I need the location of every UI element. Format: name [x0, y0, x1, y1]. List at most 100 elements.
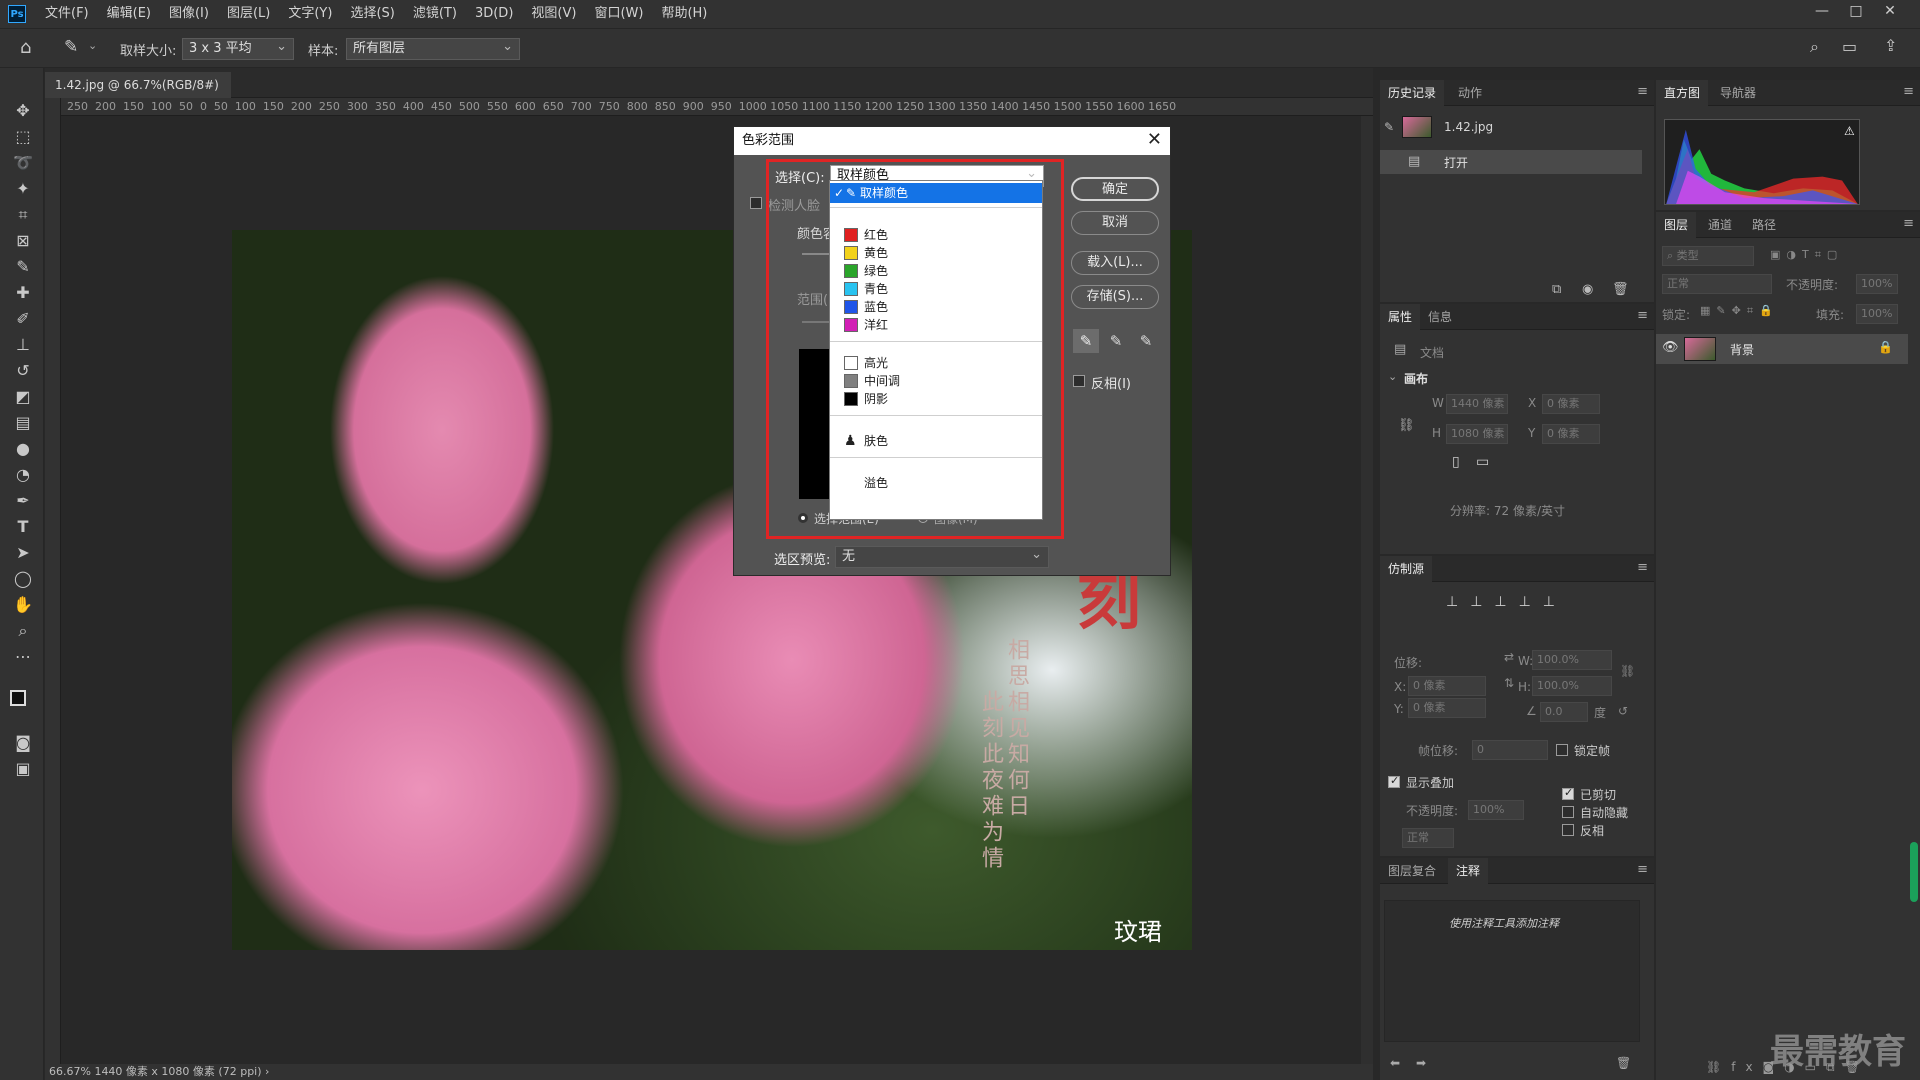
overlay-mode-dropdown[interactable]: 正常 [1402, 828, 1454, 848]
offset-x-field[interactable]: 0 像素 [1408, 676, 1486, 696]
minimize-button[interactable]: — [1806, 0, 1838, 22]
close-window-button[interactable]: ✕ [1874, 0, 1906, 22]
invert-checkbox[interactable] [1073, 375, 1085, 387]
tab-channels[interactable]: 通道 [1700, 212, 1740, 238]
link-scale-icon[interactable]: ⛓ [1620, 664, 1635, 678]
x-field[interactable]: 0 像素 [1542, 394, 1600, 414]
menu-select[interactable]: 选择(S) [341, 0, 403, 28]
tab-layers[interactable]: 图层 [1656, 212, 1697, 238]
workspace-icon[interactable]: ▭ [1842, 37, 1857, 56]
type-tool-icon[interactable]: T [12, 516, 34, 538]
auto-hide-checkbox[interactable] [1562, 806, 1574, 818]
fill-field[interactable]: 100% [1856, 304, 1898, 324]
horizontal-ruler[interactable]: 250 200 150 100 50 0 50 100 150 200 250 … [61, 98, 1373, 116]
blur-tool-icon[interactable]: ● [12, 438, 34, 460]
load-button[interactable]: 载入(L)... [1071, 251, 1159, 275]
tab-navigator[interactable]: 导航器 [1712, 80, 1764, 106]
frame-tool-icon[interactable]: ⊠ [12, 230, 34, 252]
lasso-tool-icon[interactable]: ➰ [12, 152, 34, 174]
save-button[interactable]: 存储(S)... [1071, 285, 1159, 309]
dialog-close-icon[interactable]: ✕ [1147, 129, 1162, 150]
visibility-eye-icon[interactable]: 👁 [1662, 340, 1679, 355]
opacity-field[interactable]: 100% [1856, 274, 1898, 294]
invert-overlay-checkbox[interactable] [1562, 824, 1574, 836]
lock-frame-checkbox[interactable] [1556, 744, 1568, 756]
marquee-tool-icon[interactable]: ⬚ [12, 126, 34, 148]
trash-icon[interactable]: 🗑 [1612, 282, 1629, 297]
tab-clone-source[interactable]: 仿制源 [1380, 556, 1433, 582]
frame-offset-field[interactable]: 0 [1472, 740, 1548, 760]
menu-edit[interactable]: 编辑(E) [98, 0, 160, 28]
eyedropper-icon[interactable]: ✎ [12, 256, 34, 278]
menu-layer[interactable]: 图层(L) [218, 0, 279, 28]
panel-scrollbar[interactable] [1910, 842, 1918, 902]
tab-info[interactable]: 信息 [1420, 304, 1460, 330]
ok-button[interactable]: 确定 [1071, 177, 1159, 201]
scale-h-field[interactable]: 100.0% [1532, 676, 1612, 696]
flip-vertical-icon[interactable]: ⇅ [1504, 676, 1514, 690]
eyedropper-subtract-icon[interactable]: ✎ [1133, 329, 1159, 353]
brush-tool-icon[interactable]: ✐ [12, 308, 34, 330]
y-field[interactable]: 0 像素 [1542, 424, 1600, 444]
menu-3d[interactable]: 3D(D) [466, 0, 522, 28]
layer-filter-icons[interactable]: ▣◑T⌗▢ [1770, 248, 1843, 262]
gradient-tool-icon[interactable]: ▤ [12, 412, 34, 434]
portrait-orientation-icon[interactable]: ▯ [1452, 454, 1460, 470]
link-icon[interactable]: ⛓ [1398, 418, 1415, 433]
scale-w-field[interactable]: 100.0% [1532, 650, 1612, 670]
history-brush-icon[interactable]: ↺ [12, 360, 34, 382]
panel-menu-icon[interactable]: ≡ [1903, 84, 1914, 99]
menu-image[interactable]: 图像(I) [160, 0, 218, 28]
maximize-button[interactable]: □ [1840, 0, 1872, 22]
eraser-tool-icon[interactable]: ◩ [12, 386, 34, 408]
menu-view[interactable]: 视图(V) [522, 0, 585, 28]
history-step-row[interactable]: ▤ 打开 [1380, 150, 1642, 174]
clone-source-icons[interactable]: ⊥⊥⊥⊥⊥ [1446, 594, 1567, 610]
panel-menu-icon[interactable]: ≡ [1903, 216, 1914, 231]
camera-icon[interactable]: ◉ [1582, 282, 1593, 297]
vertical-ruler[interactable] [45, 98, 61, 1068]
tab-layer-comps[interactable]: 图层复合 [1380, 858, 1444, 884]
stamp-tool-icon[interactable]: ⊥ [12, 334, 34, 356]
tool-preset-chevron-icon[interactable]: ⌄ [88, 39, 97, 52]
home-icon[interactable]: ⌂ [20, 37, 31, 58]
tab-actions[interactable]: 动作 [1450, 80, 1490, 106]
sample-size-dropdown[interactable]: 3 x 3 平均 [182, 37, 294, 60]
pen-tool-icon[interactable]: ✒ [12, 490, 34, 512]
hand-tool-icon[interactable]: ✋ [12, 594, 34, 616]
flip-horizontal-icon[interactable]: ⇄ [1504, 650, 1514, 664]
clipped-checkbox[interactable] [1562, 786, 1574, 800]
tab-history[interactable]: 历史记录 [1380, 80, 1445, 106]
eyedropper-tool-icon[interactable]: ✎ [64, 37, 78, 57]
magic-wand-tool-icon[interactable]: ✦ [12, 178, 34, 200]
panel-menu-icon[interactable]: ≡ [1637, 308, 1648, 323]
foreground-color-swatch[interactable] [10, 690, 26, 706]
new-document-icon[interactable]: ⧉ [1552, 282, 1561, 297]
menu-filter[interactable]: 滤镜(T) [404, 0, 466, 28]
detect-faces-checkbox[interactable] [750, 197, 762, 209]
warning-icon[interactable]: ⚠ [1844, 124, 1855, 138]
tab-histogram[interactable]: 直方图 [1656, 80, 1709, 106]
panel-menu-icon[interactable]: ≡ [1637, 560, 1648, 575]
menu-help[interactable]: 帮助(H) [652, 0, 716, 28]
document-tab[interactable]: 1.42.jpg @ 66.7%(RGB/8#) × [45, 72, 231, 118]
snapshot-name[interactable]: 1.42.jpg [1444, 120, 1493, 134]
blend-mode-dropdown[interactable]: 正常 [1662, 274, 1772, 294]
lock-icons[interactable]: ▦✎✥⌗🔒 [1700, 304, 1779, 318]
quick-mask-icon[interactable]: ◙ [12, 732, 34, 754]
layer-row-background[interactable]: 👁 背景 🔒 [1656, 334, 1908, 364]
overlay-opacity-field[interactable]: 100% [1468, 800, 1524, 820]
tab-paths[interactable]: 路径 [1744, 212, 1784, 238]
eyedropper-add-icon[interactable]: ✎ [1103, 329, 1129, 353]
width-field[interactable]: 1440 像素 [1446, 394, 1508, 414]
reset-transform-icon[interactable]: ↺ [1618, 704, 1628, 718]
search-icon[interactable]: ⌕ [1810, 37, 1819, 57]
more-tools-icon[interactable]: ⋯ [12, 646, 34, 668]
tab-notes[interactable]: 注释 [1448, 858, 1489, 884]
dodge-tool-icon[interactable]: ◔ [12, 464, 34, 486]
crop-tool-icon[interactable]: ⌗ [12, 204, 34, 226]
sample-layers-dropdown[interactable]: 所有图层 [346, 37, 520, 60]
screen-mode-icon[interactable]: ▣ [12, 758, 34, 780]
layer-filter-dropdown[interactable]: ⌕ 类型 [1662, 246, 1754, 266]
delete-note-icon[interactable]: 🗑 [1616, 1056, 1631, 1070]
